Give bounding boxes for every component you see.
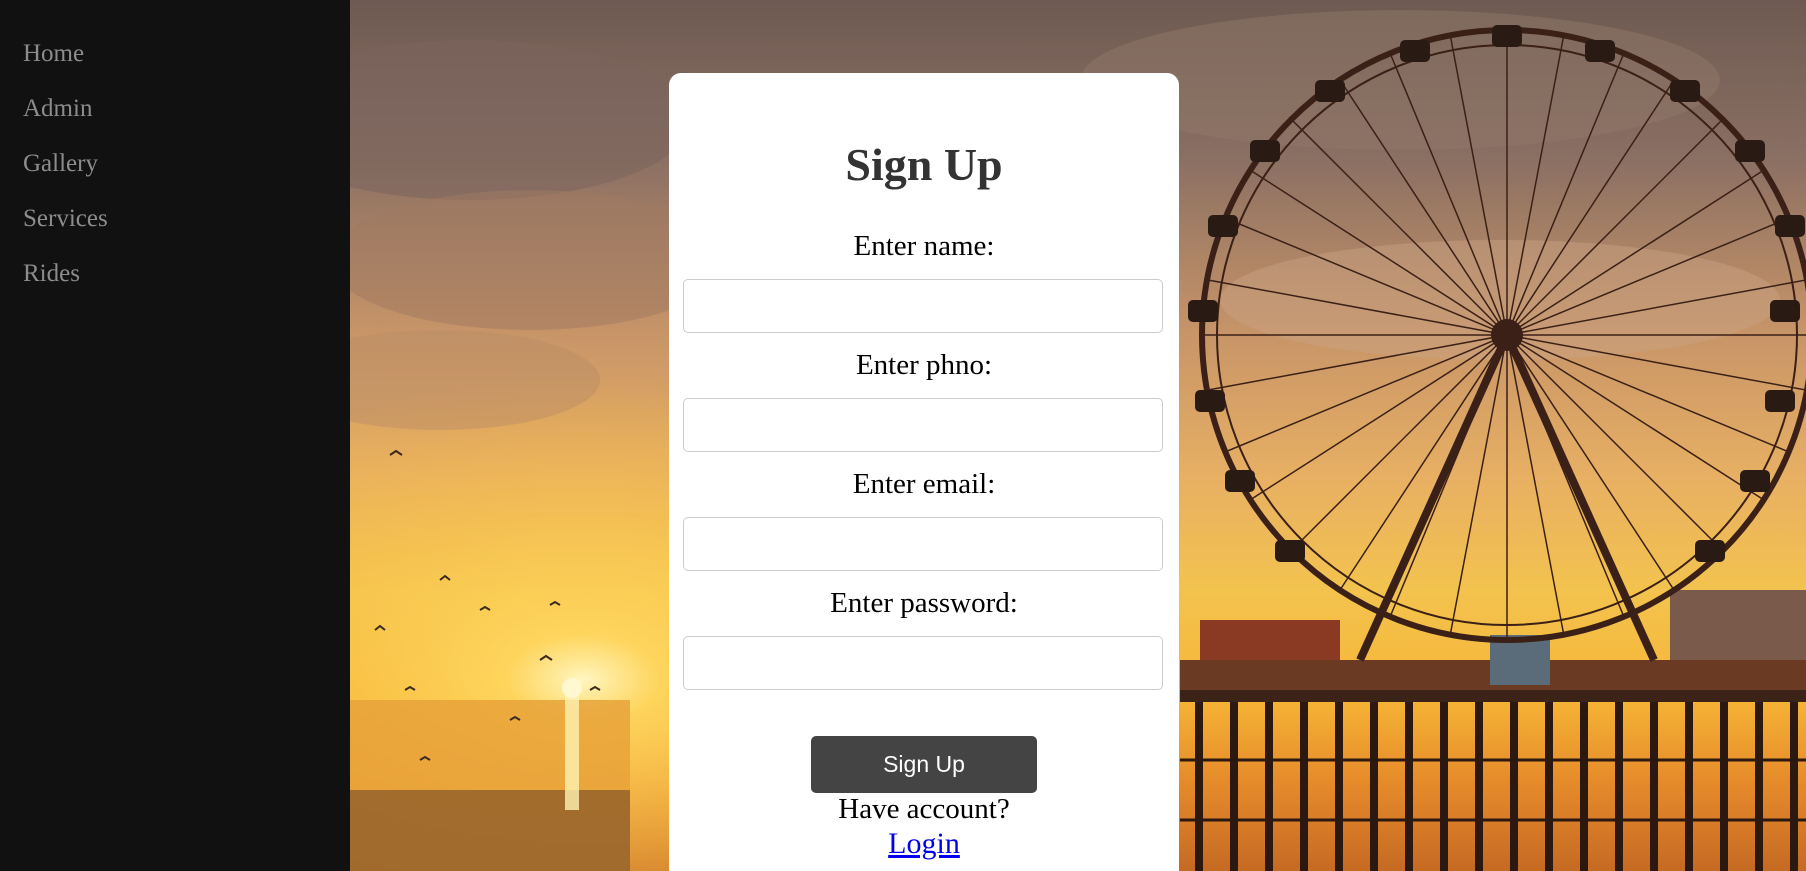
- sidebar: Home Admin Gallery Services Rides: [0, 0, 350, 871]
- password-input[interactable]: [683, 636, 1163, 690]
- email-input[interactable]: [683, 517, 1163, 571]
- sidebar-item-admin[interactable]: Admin: [23, 95, 92, 123]
- email-label: Enter email:: [852, 468, 996, 500]
- phno-input[interactable]: [683, 398, 1163, 452]
- signup-button[interactable]: Sign Up: [811, 736, 1037, 793]
- form-title: Sign Up: [845, 139, 1003, 190]
- name-input[interactable]: [683, 279, 1163, 333]
- have-account-text: Have account?: [838, 793, 1010, 825]
- sidebar-item-services[interactable]: Services: [23, 205, 108, 233]
- login-link[interactable]: Login: [669, 827, 1179, 861]
- sidebar-item-rides[interactable]: Rides: [23, 260, 80, 288]
- page: Home Admin Gallery Services Rides Sign U…: [0, 0, 1806, 871]
- sidebar-item-gallery[interactable]: Gallery: [23, 150, 98, 178]
- name-label: Enter name:: [853, 230, 995, 262]
- signup-card: Sign Up Enter name: Enter phno: Enter em…: [669, 73, 1179, 871]
- password-label: Enter password:: [830, 587, 1018, 619]
- phno-label: Enter phno:: [855, 349, 993, 381]
- sidebar-item-home[interactable]: Home: [23, 40, 84, 68]
